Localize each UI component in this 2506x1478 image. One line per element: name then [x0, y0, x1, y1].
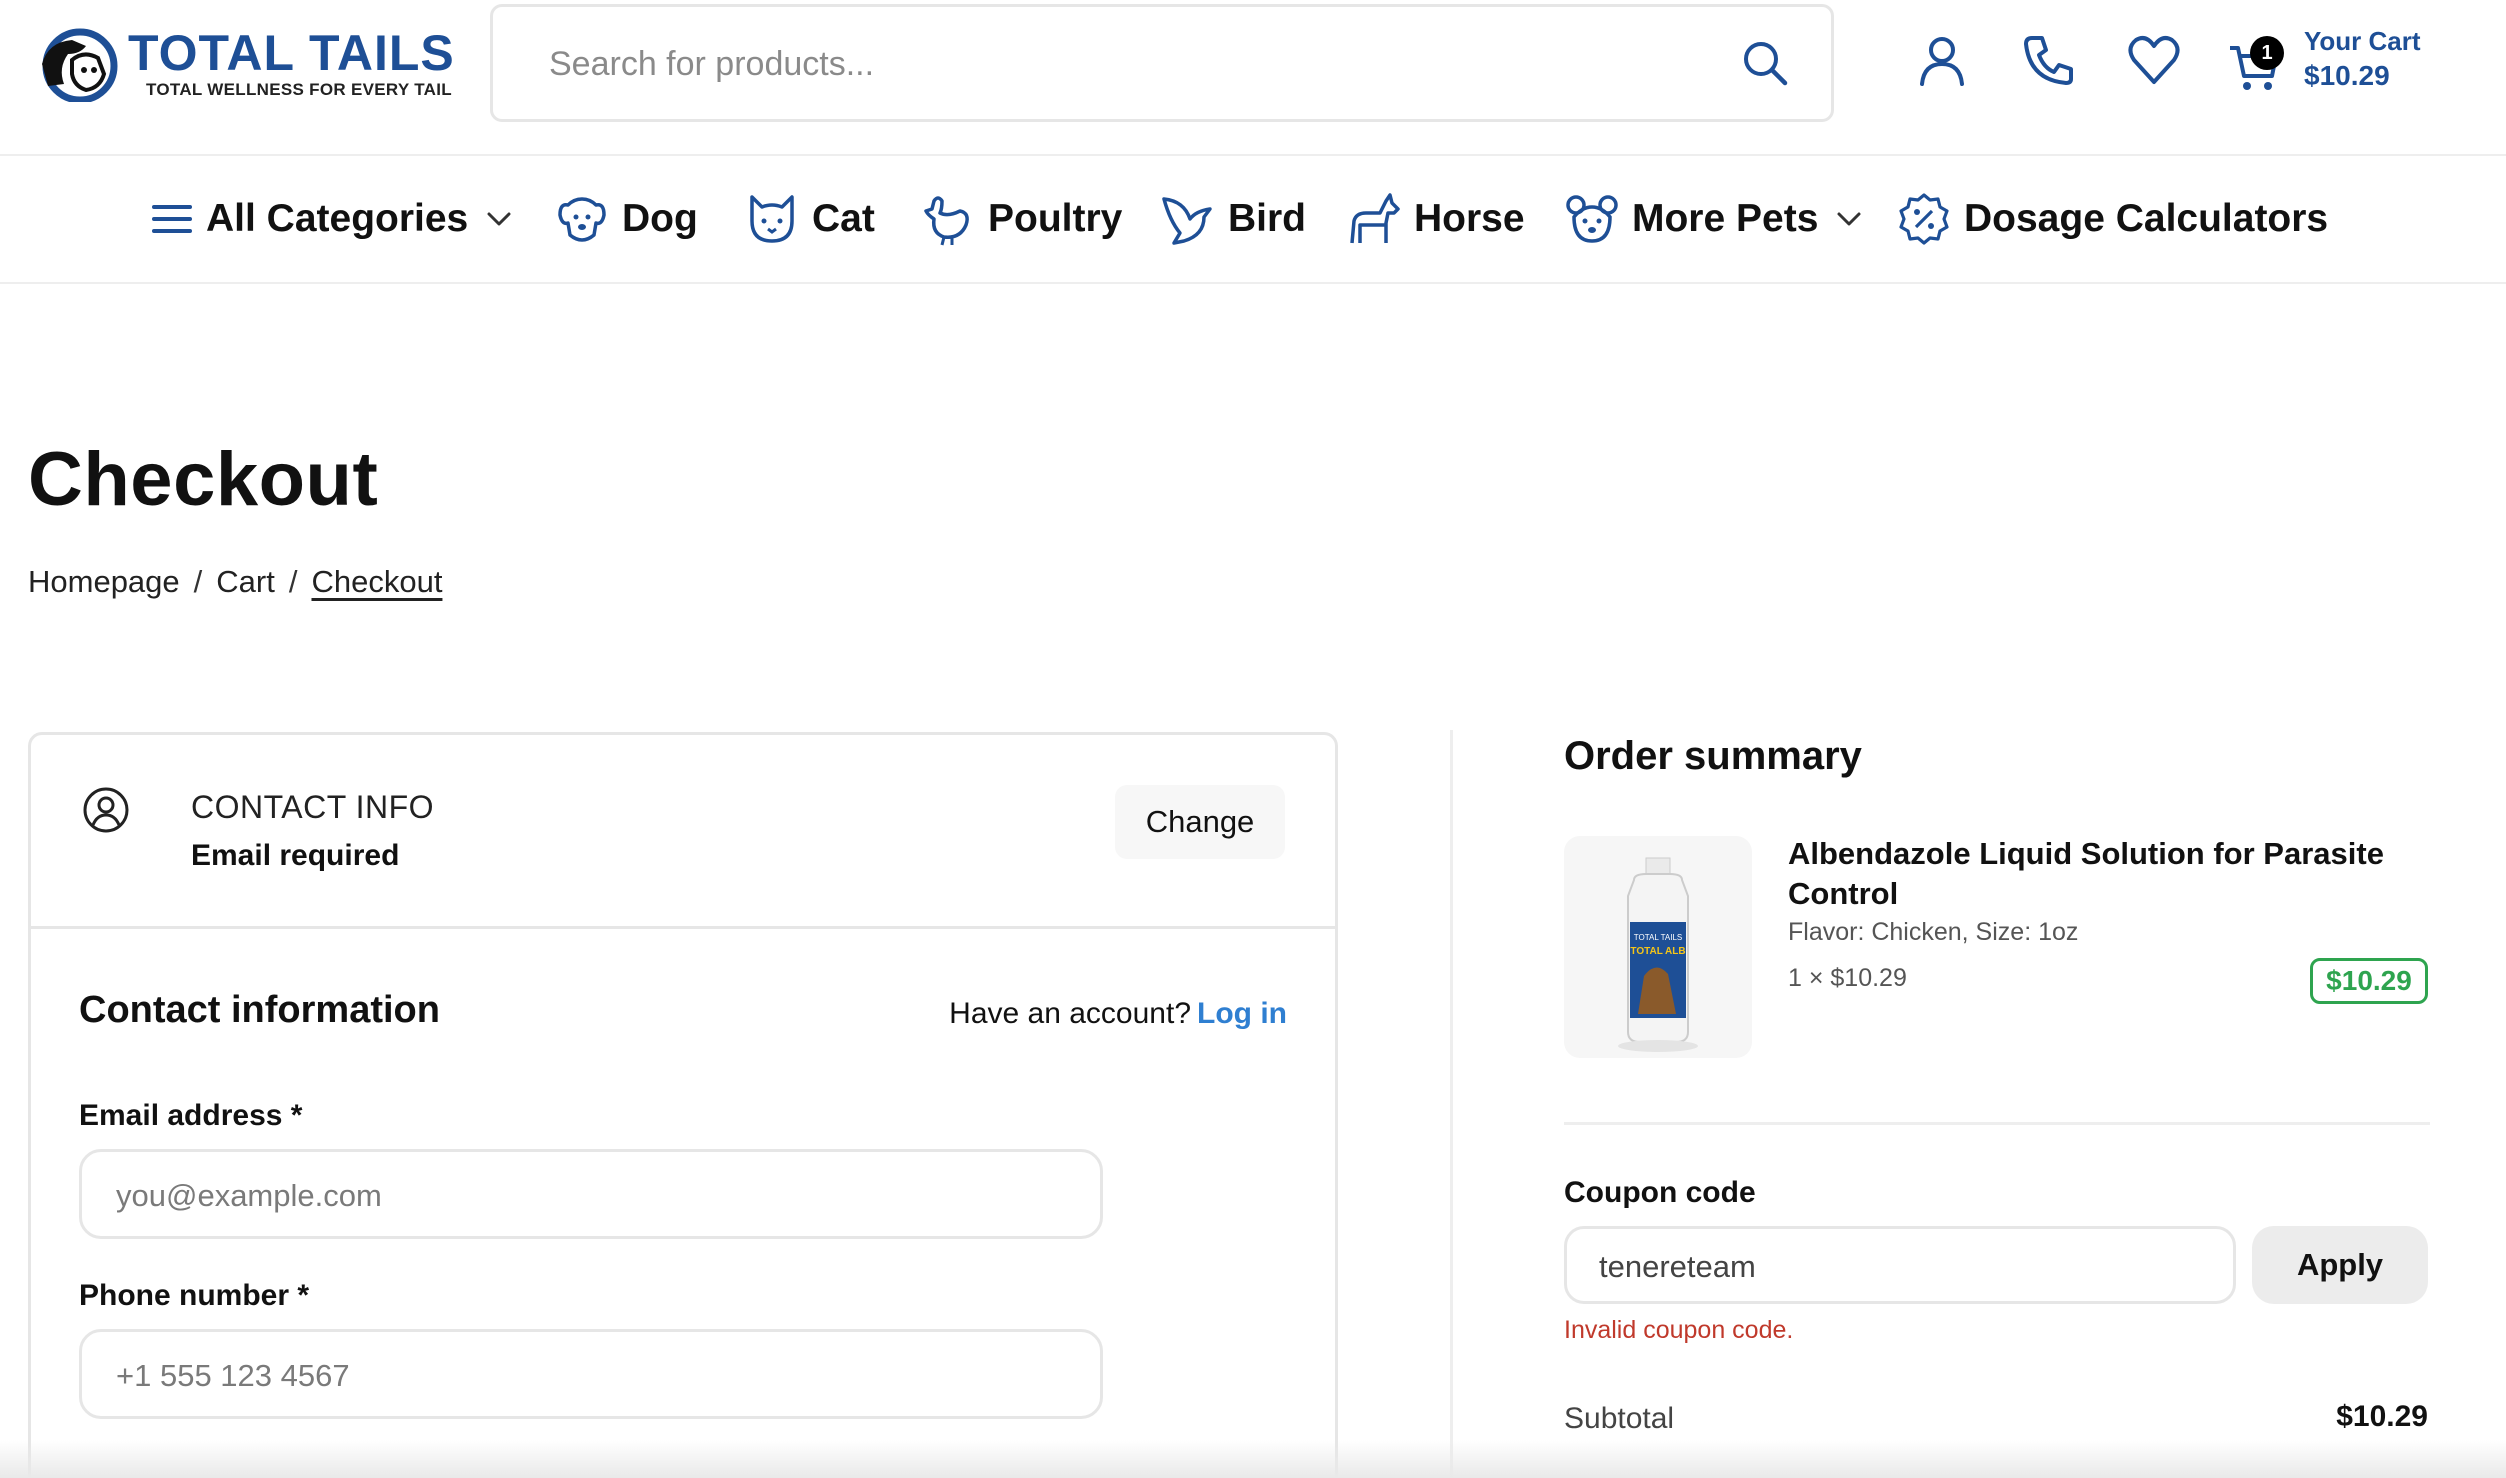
bottle-label-text: TOTAL ALB	[1630, 946, 1685, 957]
nav-horse[interactable]: Horse	[1346, 186, 1525, 252]
breadcrumb-separator: /	[193, 564, 203, 599]
nav-label: Dog	[622, 197, 698, 240]
checkout-contact-card: CONTACT INFO Email required Change Conta…	[28, 732, 1338, 1478]
phone-label: Phone number *	[79, 1279, 310, 1312]
dosage-calculator-icon	[1899, 193, 1949, 245]
coupon-error-message: Invalid coupon code.	[1564, 1316, 1794, 1344]
menu-icon	[152, 205, 192, 233]
email-field[interactable]: you@example.com	[79, 1149, 1103, 1239]
dog-icon	[558, 197, 606, 242]
poultry-icon	[924, 196, 969, 246]
phone-field[interactable]: +1 555 123 4567	[79, 1329, 1103, 1419]
chevron-down-icon	[487, 212, 511, 226]
more-pets-icon	[1566, 195, 1618, 243]
search-icon[interactable]	[1739, 37, 1791, 89]
search-bar[interactable]: Search for products...	[490, 4, 1834, 122]
contact-info-summary: CONTACT INFO Email required Change	[31, 735, 1335, 929]
bottom-fade	[0, 1440, 2506, 1478]
change-button[interactable]: Change	[1115, 785, 1285, 859]
page-title: Checkout	[28, 437, 379, 522]
nav-dosage-calculators[interactable]: Dosage Calculators	[1896, 186, 2328, 252]
phone-icon[interactable]	[2020, 32, 2076, 88]
contact-information-heading: Contact information	[79, 989, 440, 1031]
horse-icon	[1350, 193, 1400, 244]
product-name[interactable]: Albendazole Liquid Solution for Parasite…	[1788, 834, 2428, 914]
product-bottle-image: TOTAL TAILS TOTAL ALB	[1618, 857, 1698, 1052]
nav-dog[interactable]: Dog	[554, 186, 698, 252]
nav-bird[interactable]: Bird	[1160, 186, 1306, 252]
have-account-text: Have an account?	[949, 997, 1192, 1030]
wishlist-heart-icon[interactable]	[2126, 32, 2182, 88]
nav-label: Bird	[1228, 197, 1306, 240]
nav-cat[interactable]: Cat	[744, 186, 875, 252]
pets-logo-icon	[42, 28, 118, 102]
product-variant: Flavor: Chicken, Size: 1oz	[1788, 918, 2079, 946]
summary-divider	[1564, 1122, 2430, 1125]
email-label: Email address *	[79, 1099, 303, 1132]
breadcrumb-separator: /	[288, 564, 298, 599]
nav-label: Dosage Calculators	[1964, 197, 2329, 240]
user-circle-icon	[83, 787, 129, 833]
email-placeholder: you@example.com	[116, 1178, 382, 1213]
bird-icon	[1162, 197, 1212, 245]
phone-placeholder: +1 555 123 4567	[116, 1358, 350, 1393]
breadcrumb-cart[interactable]: Cart	[216, 564, 275, 600]
coupon-input[interactable]: tenereteam	[1564, 1226, 2236, 1304]
nav-label: Cat	[812, 197, 875, 240]
nav-label: Horse	[1414, 197, 1525, 240]
logo-tagline: TOTAL WELLNESS FOR EVERY TAIL	[146, 80, 452, 99]
nav-poultry[interactable]: Poultry	[920, 186, 1122, 252]
contact-info-status: Email required	[191, 839, 400, 872]
apply-coupon-button[interactable]: Apply	[2252, 1226, 2428, 1304]
cart-total[interactable]: $10.29	[2304, 60, 2390, 92]
cart-count-badge: 1	[2250, 36, 2284, 70]
bottle-brand-text: TOTAL TAILS	[1634, 933, 1682, 942]
coupon-label: Coupon code	[1564, 1176, 1756, 1209]
subtotal-value: $10.29	[2336, 1400, 2428, 1433]
breadcrumb-checkout[interactable]: Checkout	[311, 564, 442, 600]
nav-all-categories[interactable]: All Categories	[150, 186, 512, 252]
product-price-badge: $10.29	[2310, 958, 2428, 1004]
nav-label: More Pets	[1632, 197, 1819, 240]
breadcrumb-homepage[interactable]: Homepage	[28, 564, 180, 600]
site-header: TOTAL TAILS TOTAL WELLNESS FOR EVERY TAI…	[0, 0, 2506, 156]
nav-label: All Categories	[206, 197, 469, 240]
nav-more-pets[interactable]: More Pets	[1564, 186, 1862, 252]
column-divider	[1450, 730, 1453, 1478]
category-nav: All Categories Dog Cat Poultry Bird Hors…	[0, 158, 2506, 284]
coupon-value: tenereteam	[1599, 1249, 1756, 1284]
cart-label[interactable]: Your Cart	[2304, 26, 2421, 57]
account-icon[interactable]	[1914, 32, 1970, 88]
logo-title: TOTAL TAILS	[128, 25, 455, 81]
chevron-down-icon	[1837, 212, 1861, 226]
cat-icon	[750, 195, 794, 243]
have-account-prompt: Have an account? Log in	[949, 997, 1287, 1031]
login-link[interactable]: Log in	[1197, 997, 1287, 1030]
logo[interactable]: TOTAL TAILS TOTAL WELLNESS FOR EVERY TAI…	[28, 20, 454, 106]
breadcrumb: Homepage / Cart / Checkout	[28, 564, 442, 600]
search-input[interactable]: Search for products...	[549, 45, 874, 84]
product-image: TOTAL TAILS TOTAL ALB	[1564, 836, 1752, 1058]
contact-info-label: CONTACT INFO	[191, 789, 435, 825]
product-quantity: 1 × $10.29	[1788, 964, 1907, 992]
nav-label: Poultry	[988, 197, 1123, 240]
order-summary-heading: Order summary	[1564, 734, 1862, 778]
subtotal-label: Subtotal	[1564, 1402, 1675, 1435]
